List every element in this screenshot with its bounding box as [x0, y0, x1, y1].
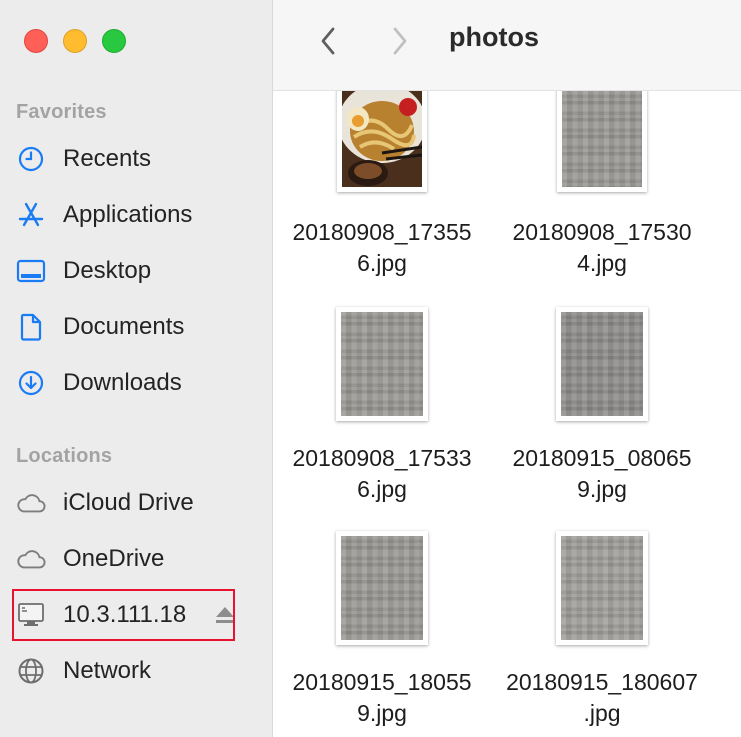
sidebar-item-label: OneDrive	[63, 545, 165, 572]
file-item[interactable]: 20180915_08065 9.jpg	[492, 307, 712, 505]
file-name-line: 9.jpg	[357, 700, 407, 726]
desktop-icon	[16, 256, 46, 286]
document-icon	[16, 312, 46, 342]
pixelated-thumbnail	[341, 536, 423, 640]
cloud-icon	[16, 544, 46, 574]
clock-icon	[16, 144, 46, 174]
chevron-left-icon	[321, 27, 335, 55]
sidebar-item-label: iCloud Drive	[63, 489, 194, 516]
forward-button[interactable]	[385, 24, 415, 58]
sidebar-item-applications[interactable]: Applications	[16, 195, 242, 235]
file-name: 20180915_180607 .jpg	[492, 667, 712, 729]
file-item[interactable]: 20180915_18055 9.jpg	[273, 531, 492, 729]
file-name-line: 20180908_17355	[292, 219, 472, 245]
file-name-line: 20180915_08065	[512, 445, 692, 471]
file-name-line: 9.jpg	[577, 476, 627, 502]
file-name: 20180915_18055 9.jpg	[273, 667, 492, 729]
file-name-line: 6.jpg	[357, 250, 407, 276]
file-name: 20180908_17533 6.jpg	[273, 443, 492, 505]
file-name-line: 20180915_180607	[506, 669, 698, 695]
file-item[interactable]: 20180915_180607 .jpg	[492, 531, 712, 729]
sidebar-item-label: Downloads	[63, 369, 182, 396]
pixelated-thumbnail	[561, 536, 643, 640]
file-thumbnail	[556, 531, 648, 645]
download-icon	[16, 368, 46, 398]
pixelated-thumbnail	[341, 312, 423, 416]
file-item[interactable]: 20180908_17530 4.jpg	[492, 91, 712, 279]
file-thumbnail	[557, 91, 647, 192]
pixelated-thumbnail	[562, 91, 642, 187]
sidebar-item-onedrive[interactable]: OneDrive	[16, 539, 242, 579]
sidebar-item-icloud-drive[interactable]: iCloud Drive	[16, 483, 242, 523]
file-thumbnail	[337, 91, 427, 192]
minimize-window-button[interactable]	[63, 29, 87, 53]
file-item[interactable]: 20180908_17355 6.jpg	[273, 91, 492, 279]
chevron-right-icon	[393, 27, 407, 55]
file-item[interactable]: 20180908_17533 6.jpg	[273, 307, 492, 505]
sidebar-item-recents[interactable]: Recents	[16, 139, 242, 179]
pixelated-thumbnail	[561, 312, 643, 416]
globe-icon	[16, 656, 46, 686]
file-grid: 20180908_17355 6.jpg 20180908_17530 4.jp…	[273, 91, 741, 737]
file-name-line: 4.jpg	[577, 250, 627, 276]
cloud-icon	[16, 488, 46, 518]
window-title: photos	[449, 22, 539, 52]
file-thumbnail	[336, 531, 428, 645]
zoom-window-button[interactable]	[102, 29, 126, 53]
sidebar-item-label: Documents	[63, 313, 185, 340]
highlight-box	[12, 589, 235, 641]
applications-icon	[16, 200, 46, 230]
file-name: 20180908_17355 6.jpg	[273, 217, 492, 279]
file-thumbnail	[556, 307, 648, 421]
sidebar-item-label: Recents	[63, 145, 152, 172]
file-name-line: .jpg	[583, 700, 621, 726]
file-name-line: 20180908_17533	[292, 445, 472, 471]
sidebar-item-network[interactable]: Network	[16, 651, 242, 691]
toolbar: photos	[273, 0, 741, 91]
sidebar-item-label: Desktop	[63, 257, 152, 284]
file-name-line: 6.jpg	[357, 476, 407, 502]
ramen-photo	[338, 91, 426, 187]
back-button[interactable]	[313, 24, 343, 58]
file-name: 20180915_08065 9.jpg	[492, 443, 712, 505]
locations-section-title: Locations	[16, 445, 113, 467]
favorites-section-title: Favorites	[16, 101, 107, 123]
file-name-line: 20180915_18055	[292, 669, 472, 695]
close-window-button[interactable]	[24, 29, 48, 53]
sidebar: Favorites Recents Applications Desktop D…	[0, 0, 273, 737]
sidebar-item-label: Applications	[63, 201, 193, 228]
sidebar-item-desktop[interactable]: Desktop	[16, 251, 242, 291]
file-name-line: 20180908_17530	[512, 219, 692, 245]
sidebar-item-downloads[interactable]: Downloads	[16, 363, 242, 403]
sidebar-item-label: Network	[63, 657, 152, 684]
sidebar-item-documents[interactable]: Documents	[16, 307, 242, 347]
file-name: 20180908_17530 4.jpg	[492, 217, 712, 279]
file-thumbnail	[336, 307, 428, 421]
